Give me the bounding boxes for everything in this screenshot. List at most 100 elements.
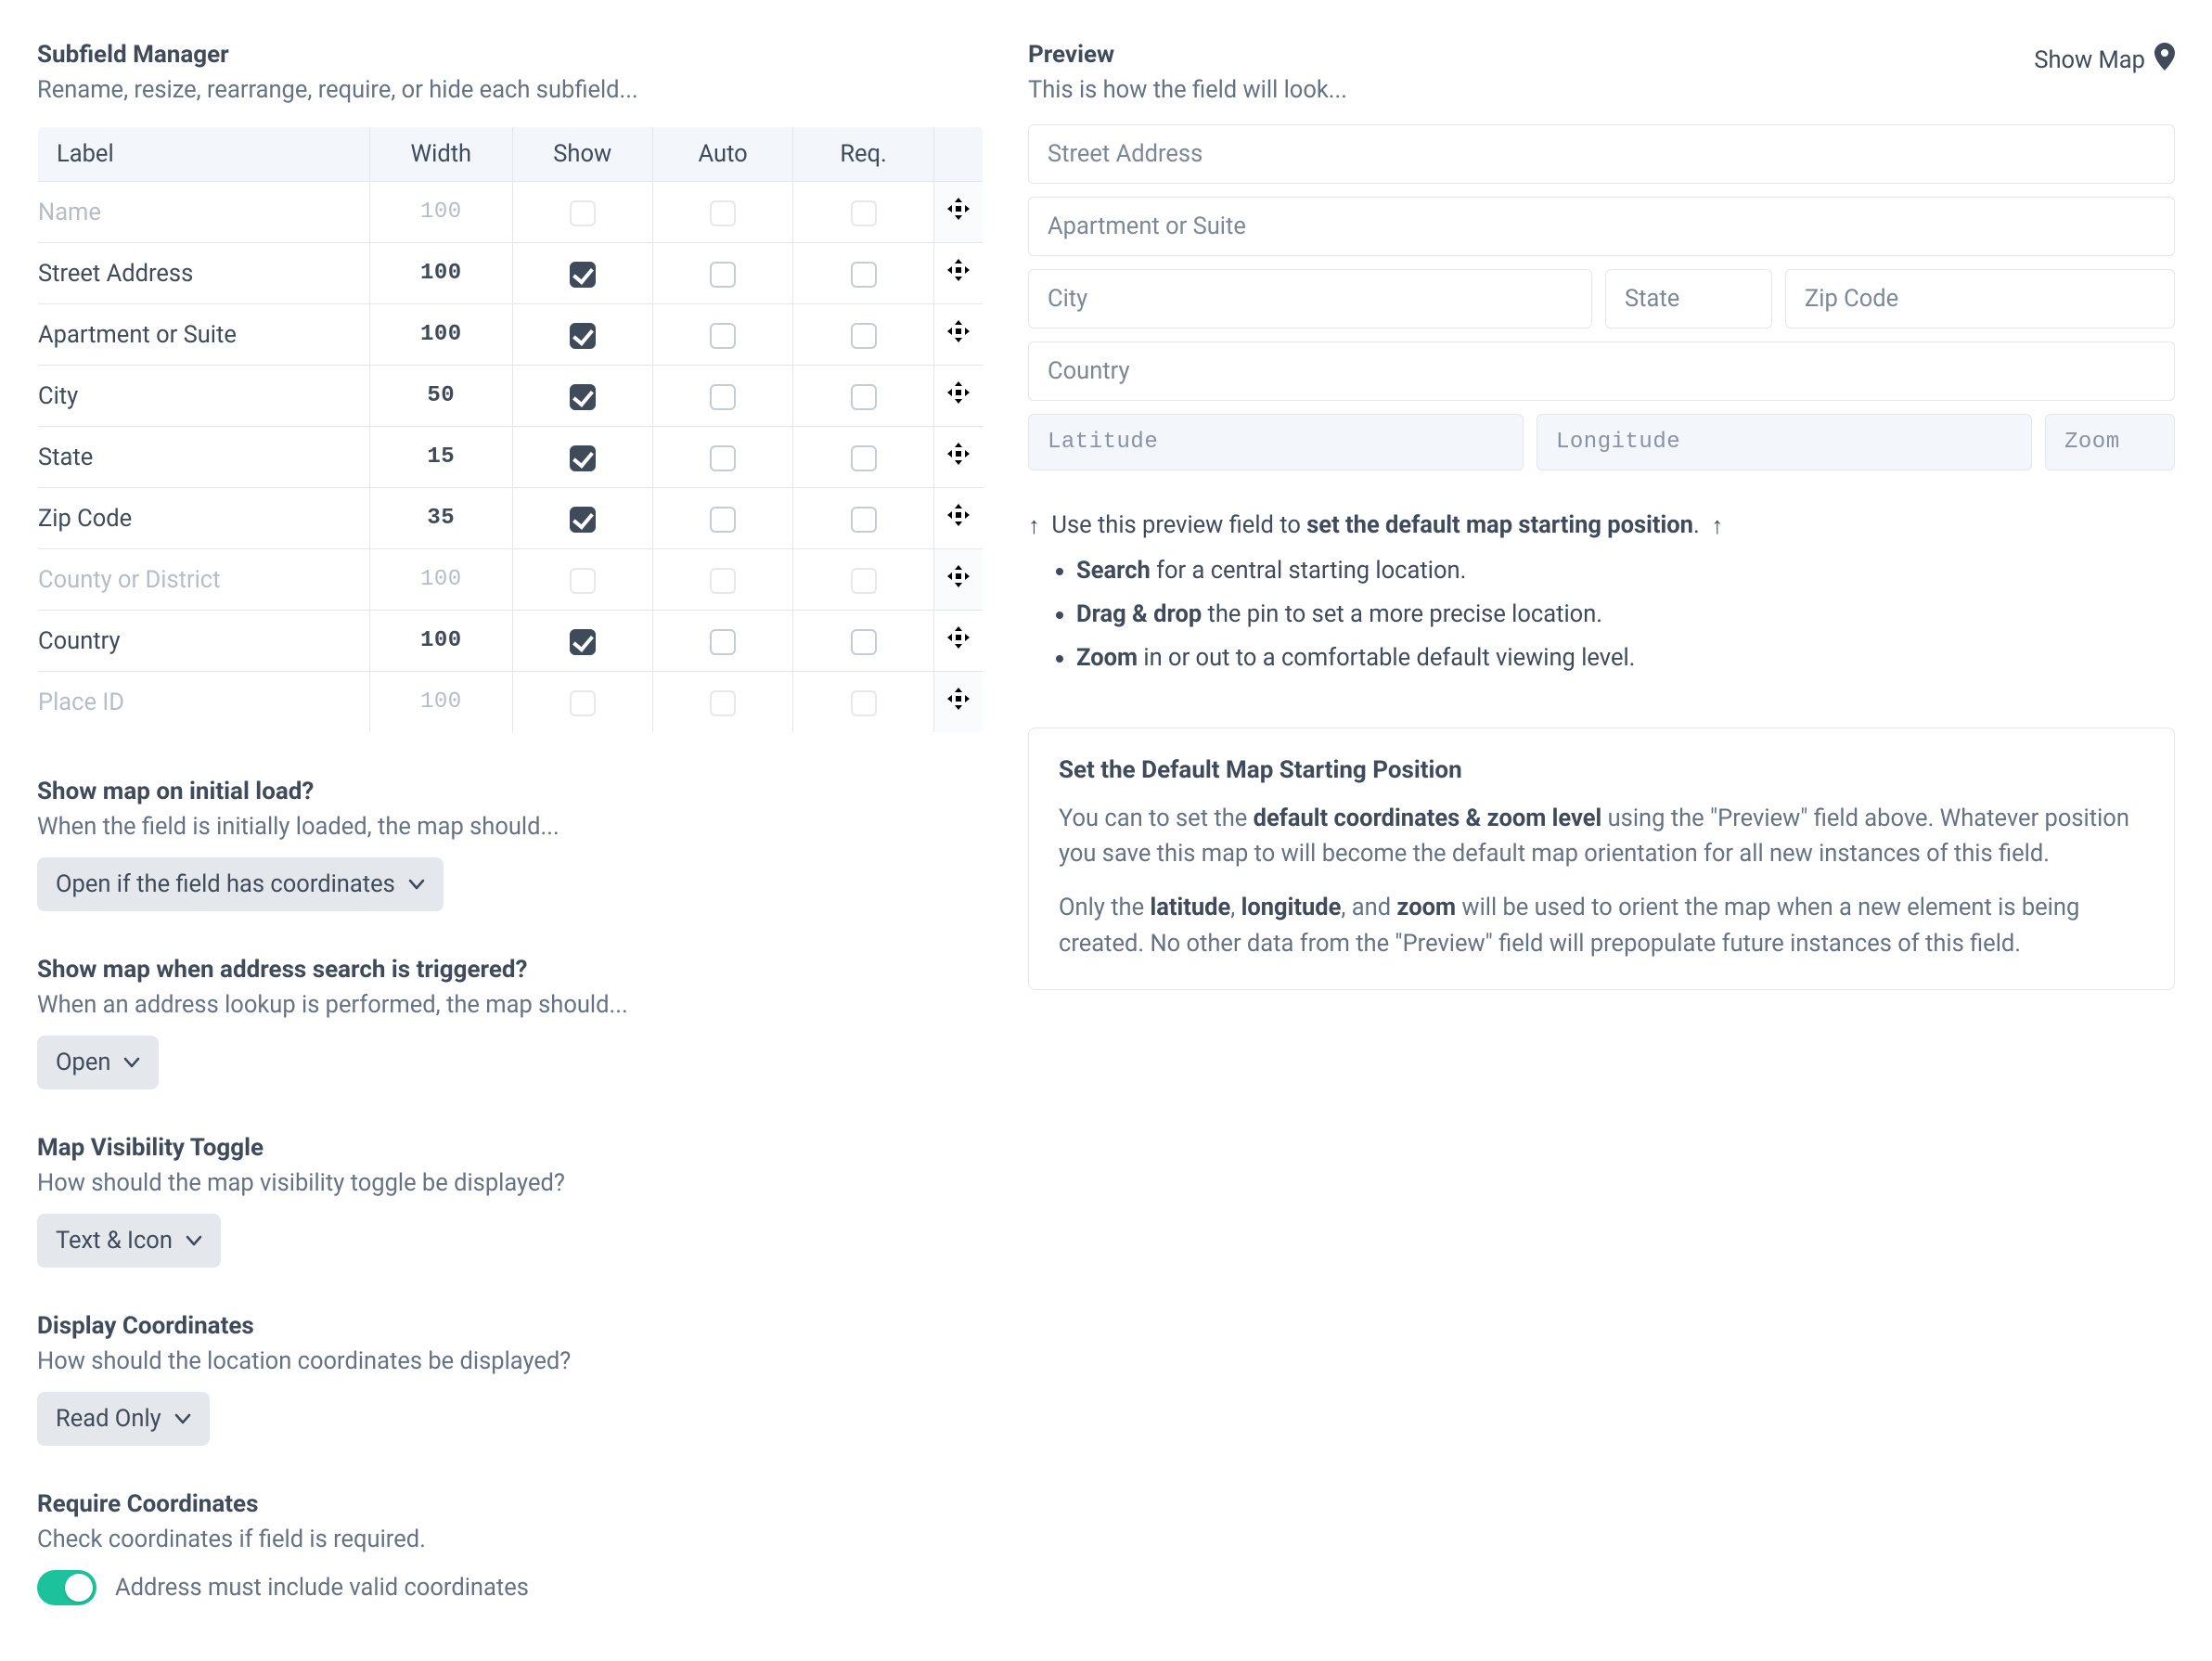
subfield-auto-checkbox[interactable] <box>710 690 736 716</box>
subfield-width[interactable]: 100 <box>370 304 512 366</box>
preview-state-input[interactable]: State <box>1605 269 1772 328</box>
subfield-auto-checkbox[interactable] <box>710 568 736 594</box>
subfield-label[interactable]: Place ID <box>38 672 370 733</box>
subfield-width[interactable]: 100 <box>370 611 512 672</box>
subfield-auto-checkbox[interactable] <box>710 200 736 226</box>
drag-handle-icon[interactable] <box>945 257 971 283</box>
table-row: State15 <box>38 427 984 488</box>
setting-initial-load-select[interactable]: Open if the field has coordinates <box>37 857 444 911</box>
col-drag <box>933 127 983 182</box>
subfield-auto-checkbox[interactable] <box>710 507 736 533</box>
show-map-button[interactable]: Show Map <box>2034 43 2175 77</box>
preview-lng-input: Longitude <box>1537 414 2032 470</box>
subfield-width[interactable]: 100 <box>370 549 512 611</box>
instr-bullet-drag: Drag & drop the pin to set a more precis… <box>1076 598 2175 632</box>
subfield-show-checkbox[interactable] <box>570 384 596 410</box>
setting-coords-value: Read Only <box>56 1405 161 1433</box>
subfield-show-checkbox[interactable] <box>570 629 596 655</box>
preview-zip-input[interactable]: Zip Code <box>1785 269 2175 328</box>
subfield-req-checkbox[interactable] <box>851 200 877 226</box>
subfield-label[interactable]: Name <box>38 182 370 243</box>
require-coordinates-label: Address must include valid coordinates <box>115 1574 529 1602</box>
col-width: Width <box>370 127 512 182</box>
subfield-auto-checkbox[interactable] <box>710 384 736 410</box>
instr-suffix: . <box>1693 511 1700 539</box>
setting-search-trigger-select[interactable]: Open <box>37 1036 159 1089</box>
subfield-show-checkbox[interactable] <box>570 200 596 226</box>
subfield-manager-title: Subfield Manager <box>37 41 984 69</box>
chevron-down-icon <box>123 1054 140 1071</box>
preview-title: Preview <box>1028 41 1347 69</box>
preview-city-input[interactable]: City <box>1028 269 1592 328</box>
preview-instructions: ↑ Use this preview field to set the defa… <box>1028 511 2175 676</box>
subfield-auto-checkbox[interactable] <box>710 323 736 349</box>
subfield-req-checkbox[interactable] <box>851 445 877 471</box>
subfield-auto-checkbox[interactable] <box>710 629 736 655</box>
table-row: County or District100 <box>38 549 984 611</box>
preview-country-input[interactable]: Country <box>1028 341 2175 401</box>
subfield-show-checkbox[interactable] <box>570 507 596 533</box>
table-row: Country100 <box>38 611 984 672</box>
drag-handle-icon[interactable] <box>945 502 971 528</box>
subfield-req-checkbox[interactable] <box>851 323 877 349</box>
setting-search-trigger-value: Open <box>56 1049 110 1076</box>
drag-handle-icon[interactable] <box>945 318 971 344</box>
subfield-width[interactable]: 100 <box>370 182 512 243</box>
chevron-down-icon <box>174 1410 191 1427</box>
drag-handle-icon[interactable] <box>945 441 971 467</box>
subfield-label[interactable]: Zip Code <box>38 488 370 549</box>
subfield-label[interactable]: Country <box>38 611 370 672</box>
subfield-auto-checkbox[interactable] <box>710 262 736 288</box>
col-req: Req. <box>793 127 933 182</box>
subfield-req-checkbox[interactable] <box>851 262 877 288</box>
subfield-req-checkbox[interactable] <box>851 568 877 594</box>
preview-street-input[interactable]: Street Address <box>1028 124 2175 184</box>
chevron-down-icon <box>408 876 425 893</box>
subfield-width[interactable]: 100 <box>370 243 512 304</box>
subfield-show-checkbox[interactable] <box>570 323 596 349</box>
subfield-show-checkbox[interactable] <box>570 262 596 288</box>
setting-search-trigger-hint: When an address lookup is performed, the… <box>37 991 984 1019</box>
preview-apt-input[interactable]: Apartment or Suite <box>1028 197 2175 256</box>
setting-coords-title: Display Coordinates <box>37 1312 984 1340</box>
subfield-label[interactable]: Apartment or Suite <box>38 304 370 366</box>
table-row: Place ID100 <box>38 672 984 733</box>
table-row: Name100 <box>38 182 984 243</box>
subfield-width[interactable]: 15 <box>370 427 512 488</box>
subfield-show-checkbox[interactable] <box>570 568 596 594</box>
drag-handle-icon[interactable] <box>945 624 971 650</box>
instr-bullet-search: Search for a central starting location. <box>1076 554 2175 588</box>
subfield-req-checkbox[interactable] <box>851 507 877 533</box>
subfield-req-checkbox[interactable] <box>851 629 877 655</box>
infobox-title: Set the Default Map Starting Position <box>1059 756 2144 784</box>
col-show: Show <box>512 127 652 182</box>
subfield-width[interactable]: 100 <box>370 672 512 733</box>
instr-strong: set the default map starting position <box>1306 511 1693 539</box>
setting-vis-toggle-hint: How should the map visibility toggle be … <box>37 1169 984 1197</box>
subfield-req-checkbox[interactable] <box>851 690 877 716</box>
subfield-label[interactable]: State <box>38 427 370 488</box>
preview-subtitle: This is how the field will look... <box>1028 76 1347 104</box>
subfield-req-checkbox[interactable] <box>851 384 877 410</box>
subfield-label[interactable]: County or District <box>38 549 370 611</box>
subfield-auto-checkbox[interactable] <box>710 445 736 471</box>
instr-prefix: Use this preview field to <box>1051 511 1306 539</box>
setting-vis-toggle-select[interactable]: Text & Icon <box>37 1214 221 1268</box>
subfield-width[interactable]: 35 <box>370 488 512 549</box>
setting-initial-load-value: Open if the field has coordinates <box>56 870 395 898</box>
setting-coords-select[interactable]: Read Only <box>37 1392 210 1446</box>
show-map-label: Show Map <box>2034 46 2145 74</box>
default-position-info: Set the Default Map Starting Position Yo… <box>1028 727 2175 990</box>
require-coordinates-toggle[interactable] <box>37 1570 96 1605</box>
subfield-width[interactable]: 50 <box>370 366 512 427</box>
preview-zoom-input: Zoom <box>2045 414 2175 470</box>
subfield-label[interactable]: City <box>38 366 370 427</box>
subfield-show-checkbox[interactable] <box>570 445 596 471</box>
setting-req-coords-hint: Check coordinates if field is required. <box>37 1526 984 1553</box>
subfield-label[interactable]: Street Address <box>38 243 370 304</box>
table-row: City50 <box>38 366 984 427</box>
subfield-show-checkbox[interactable] <box>570 690 596 716</box>
drag-handle-icon[interactable] <box>945 380 971 406</box>
arrow-up-icon: ↑ <box>1028 512 1040 540</box>
setting-search-trigger-title: Show map when address search is triggere… <box>37 956 984 984</box>
